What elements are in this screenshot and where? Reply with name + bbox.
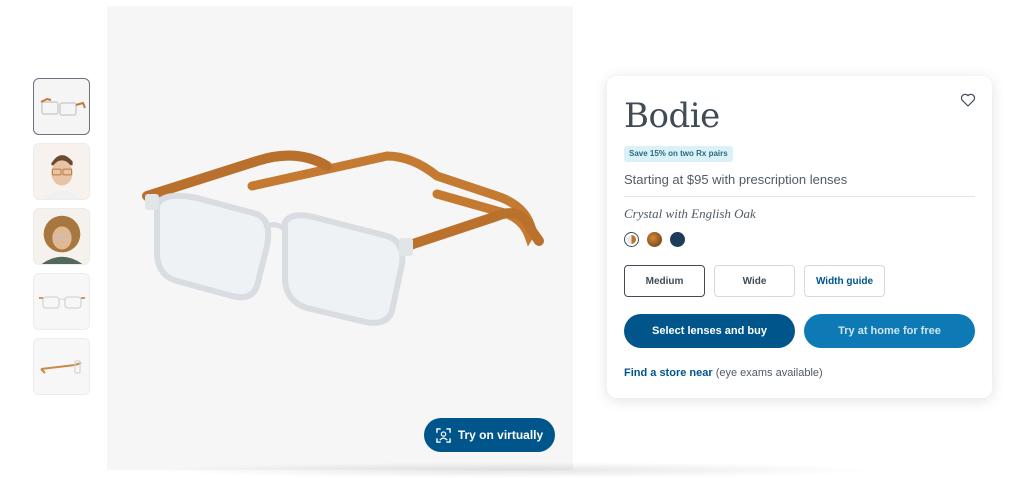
product-title: Bodie xyxy=(624,96,720,136)
thumbnail-model-man[interactable] xyxy=(33,143,90,200)
swatch-tortoise[interactable] xyxy=(647,232,662,247)
divider xyxy=(624,196,975,197)
thumbnail-glasses-side[interactable] xyxy=(33,338,90,395)
try-at-home-button[interactable]: Try at home for free xyxy=(804,314,975,348)
glasses-product-image-icon xyxy=(142,150,544,326)
store-note: (eye exams available) xyxy=(712,367,823,379)
thumbnail-model-woman[interactable] xyxy=(33,208,90,265)
model-woman-thumbnail-icon xyxy=(34,209,89,264)
thumbnail-glasses-front[interactable] xyxy=(33,273,90,330)
find-store-link[interactable]: Find a store near xyxy=(624,367,713,379)
thumbnail-list xyxy=(33,78,90,403)
try-on-virtually-label: Try on virtually xyxy=(457,428,544,442)
swatch-crystal-english-oak[interactable] xyxy=(624,232,639,247)
product-details-card: Bodie Save 15% on two Rx pairs Starting … xyxy=(607,76,992,398)
price-text: Starting at $95 with prescription lenses xyxy=(624,172,848,187)
try-on-virtually-button[interactable]: Try on virtually xyxy=(424,418,555,452)
select-lenses-button[interactable]: Select lenses and buy xyxy=(624,314,795,348)
promo-badge: Save 15% on two Rx pairs xyxy=(624,146,733,162)
store-finder: Find a store near (eye exams available) xyxy=(624,367,823,379)
size-wide-button[interactable]: Wide xyxy=(714,265,795,297)
image-shadow xyxy=(150,462,880,478)
color-swatches xyxy=(624,232,685,247)
size-options: Medium Wide Width guide xyxy=(624,265,885,297)
width-guide-button[interactable]: Width guide xyxy=(804,265,885,297)
product-image: Try on virtually xyxy=(107,6,573,470)
thumbnail-glasses-angle[interactable] xyxy=(33,78,90,135)
swatch-navy[interactable] xyxy=(670,232,685,247)
product-page: Try on virtually Bodie Save 15% on two R… xyxy=(0,0,1024,478)
heart-icon[interactable] xyxy=(960,92,976,108)
cta-row: Select lenses and buy Try at home for fr… xyxy=(624,314,975,348)
color-name: Crystal with English Oak xyxy=(624,206,756,221)
face-scan-icon xyxy=(436,427,451,443)
glasses-side-thumbnail-icon xyxy=(39,359,81,374)
size-medium-button[interactable]: Medium xyxy=(624,265,705,297)
glasses-front-thumbnail-icon xyxy=(38,295,85,309)
glasses-angle-thumbnail-icon xyxy=(40,97,86,116)
model-man-thumbnail-icon xyxy=(34,144,89,199)
